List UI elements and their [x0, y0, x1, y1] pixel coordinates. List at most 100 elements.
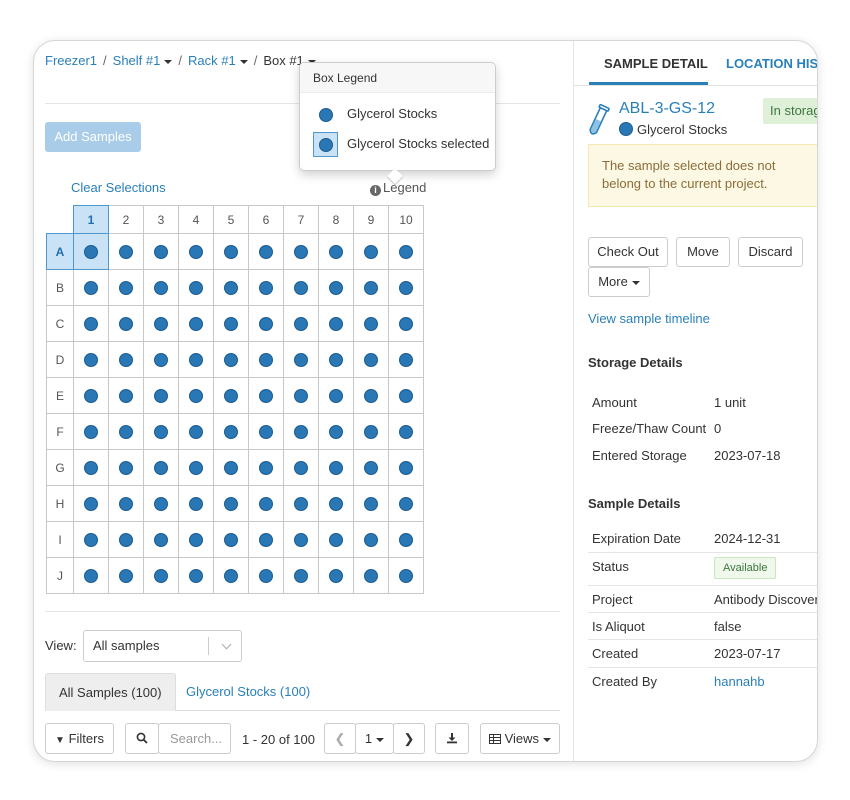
box-cell[interactable] — [108, 305, 144, 342]
box-cell[interactable] — [73, 305, 109, 342]
box-cell[interactable] — [178, 413, 214, 450]
box-cell[interactable] — [283, 449, 319, 486]
box-cell[interactable] — [318, 341, 354, 378]
box-cell[interactable] — [213, 521, 249, 558]
breadcrumb-freezer[interactable]: Freezer1 — [45, 53, 97, 68]
box-cell[interactable] — [73, 269, 109, 306]
tab-location-history[interactable]: LOCATION HISTORY — [726, 56, 817, 71]
view-select[interactable]: All samples — [83, 630, 242, 662]
box-cell[interactable] — [248, 557, 284, 594]
box-cell[interactable] — [143, 341, 179, 378]
box-cell[interactable] — [108, 269, 144, 306]
column-header[interactable]: 6 — [248, 205, 284, 234]
box-cell[interactable] — [108, 485, 144, 522]
box-cell[interactable] — [213, 269, 249, 306]
box-cell[interactable] — [213, 557, 249, 594]
row-header[interactable]: D — [46, 341, 74, 378]
box-cell[interactable] — [143, 413, 179, 450]
box-cell[interactable] — [73, 377, 109, 414]
box-cell[interactable] — [143, 449, 179, 486]
box-cell[interactable] — [353, 557, 389, 594]
box-cell[interactable] — [248, 233, 284, 270]
box-cell[interactable] — [318, 305, 354, 342]
row-header[interactable]: E — [46, 377, 74, 414]
box-cell[interactable] — [388, 377, 424, 414]
box-cell[interactable] — [283, 341, 319, 378]
box-cell[interactable] — [213, 305, 249, 342]
box-cell[interactable] — [73, 521, 109, 558]
box-cell[interactable] — [213, 413, 249, 450]
row-header[interactable]: I — [46, 521, 74, 558]
box-cell[interactable] — [388, 269, 424, 306]
more-button[interactable]: More — [588, 267, 650, 297]
box-cell[interactable] — [178, 341, 214, 378]
discard-button[interactable]: Discard — [738, 237, 803, 267]
box-cell[interactable] — [213, 341, 249, 378]
row-header[interactable]: C — [46, 305, 74, 342]
box-cell[interactable] — [178, 377, 214, 414]
row-header[interactable]: H — [46, 485, 74, 522]
box-cell[interactable] — [318, 449, 354, 486]
box-cell[interactable] — [318, 413, 354, 450]
box-cell[interactable] — [248, 377, 284, 414]
box-cell[interactable] — [248, 341, 284, 378]
box-cell[interactable] — [388, 449, 424, 486]
box-cell[interactable] — [283, 413, 319, 450]
box-cell[interactable] — [73, 557, 109, 594]
box-cell[interactable] — [388, 413, 424, 450]
box-cell[interactable] — [178, 233, 214, 270]
box-cell[interactable] — [143, 521, 179, 558]
clear-selections-link[interactable]: Clear Selections — [71, 180, 166, 195]
box-cell[interactable] — [388, 521, 424, 558]
box-cell[interactable] — [283, 233, 319, 270]
breadcrumb-rack[interactable]: Rack #1 — [188, 53, 248, 68]
search-button[interactable] — [125, 723, 159, 754]
box-cell[interactable] — [388, 557, 424, 594]
box-cell[interactable] — [248, 413, 284, 450]
box-cell[interactable] — [283, 521, 319, 558]
tab-glycerol-stocks[interactable]: Glycerol Stocks (100) — [173, 673, 323, 711]
column-header[interactable]: 1 — [73, 205, 109, 234]
box-cell[interactable] — [73, 413, 109, 450]
box-cell[interactable] — [283, 377, 319, 414]
column-header[interactable]: 5 — [213, 205, 249, 234]
box-cell[interactable] — [388, 305, 424, 342]
box-cell[interactable] — [213, 449, 249, 486]
box-cell[interactable] — [248, 305, 284, 342]
box-cell[interactable] — [353, 521, 389, 558]
row-header[interactable]: F — [46, 413, 74, 450]
column-header[interactable]: 10 — [388, 205, 424, 234]
box-cell[interactable] — [388, 485, 424, 522]
views-button[interactable]: Views — [480, 723, 560, 754]
box-cell[interactable] — [353, 449, 389, 486]
box-cell[interactable] — [108, 521, 144, 558]
box-cell[interactable] — [283, 485, 319, 522]
box-cell[interactable] — [143, 485, 179, 522]
legend-link[interactable]: i Legend — [370, 180, 426, 196]
box-cell[interactable] — [318, 557, 354, 594]
box-cell[interactable] — [353, 341, 389, 378]
box-cell[interactable] — [143, 377, 179, 414]
box-cell[interactable] — [108, 449, 144, 486]
box-cell[interactable] — [178, 485, 214, 522]
box-cell[interactable] — [353, 485, 389, 522]
box-cell[interactable] — [178, 305, 214, 342]
download-button[interactable] — [435, 723, 469, 754]
move-button[interactable]: Move — [676, 237, 730, 267]
box-cell[interactable] — [318, 377, 354, 414]
box-cell[interactable] — [73, 485, 109, 522]
tab-all-samples[interactable]: All Samples (100) — [45, 673, 176, 711]
box-cell[interactable] — [178, 269, 214, 306]
tab-sample-detail[interactable]: SAMPLE DETAIL — [604, 56, 708, 71]
box-cell[interactable] — [213, 377, 249, 414]
box-cell[interactable] — [213, 233, 249, 270]
box-cell[interactable] — [353, 413, 389, 450]
box-cell[interactable] — [353, 269, 389, 306]
prev-page-button[interactable]: ❮ — [324, 723, 356, 754]
box-cell[interactable] — [388, 233, 424, 270]
row-header[interactable]: B — [46, 269, 74, 306]
box-cell[interactable] — [283, 557, 319, 594]
box-cell[interactable] — [248, 521, 284, 558]
box-cell[interactable] — [108, 341, 144, 378]
box-cell[interactable] — [143, 269, 179, 306]
